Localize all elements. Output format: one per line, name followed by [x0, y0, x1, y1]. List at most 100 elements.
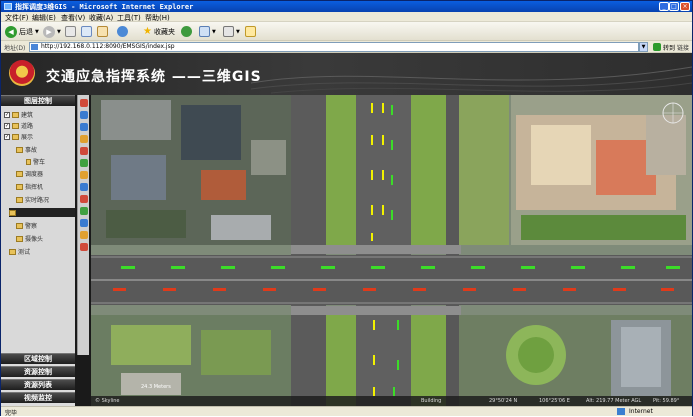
tool-select-icon[interactable]: [80, 147, 88, 155]
tool-rotate-icon[interactable]: [80, 135, 88, 143]
tool-marker-icon[interactable]: [80, 195, 88, 203]
tool-measure-icon[interactable]: [80, 159, 88, 167]
go-button[interactable]: 转到: [641, 42, 675, 52]
folder-icon: [9, 209, 16, 216]
address-label: 地址(D): [4, 45, 26, 52]
tree-node-traffic[interactable]: 实时路况: [16, 195, 49, 204]
checkbox-icon[interactable]: ✓: [4, 111, 10, 118]
back-arrow-icon: ◀: [5, 25, 17, 38]
mail-icon: [199, 26, 210, 37]
status-latitude: 29°50'24 N: [489, 398, 518, 404]
tool-route-icon[interactable]: [80, 207, 88, 215]
tree-node-test[interactable]: 测试: [9, 247, 30, 256]
tree-node-police-car[interactable]: 警车: [26, 157, 45, 166]
history-button[interactable]: [181, 25, 192, 38]
edit-icon: [245, 26, 256, 37]
edit-button[interactable]: [245, 25, 256, 38]
close-button[interactable]: ×: [680, 2, 690, 11]
tool-fly-icon[interactable]: [80, 219, 88, 227]
tool-info-icon[interactable]: [80, 183, 88, 191]
minimize-button[interactable]: _: [659, 2, 669, 11]
folder-icon: [16, 183, 23, 190]
go-label: 转到: [663, 44, 676, 52]
3d-map-view[interactable]: © Skyline 24.3 Meters Building 29°50'24 …: [91, 95, 692, 406]
checkbox-icon[interactable]: ✓: [4, 133, 10, 140]
back-label: 后退: [19, 27, 33, 36]
folder-icon: [16, 235, 23, 242]
history-icon: [181, 26, 192, 37]
tree-node-selected[interactable]: [9, 208, 75, 217]
folder-icon: [12, 133, 19, 140]
tool-clear-icon[interactable]: [80, 243, 88, 251]
system-banner: 交通应急指挥系统 ——三维GIS: [1, 53, 692, 95]
map-scene: [91, 95, 692, 406]
folder-icon: [16, 146, 23, 153]
map-tool-column: [77, 95, 89, 355]
tree-node-camera[interactable]: 摄像头: [16, 234, 43, 243]
address-input[interactable]: http://192.168.0.112:8090/EMSGIS/index.j…: [29, 42, 639, 52]
folder-icon: [9, 248, 16, 255]
tree-node-dispatcher[interactable]: 调度器: [16, 169, 43, 178]
print-icon: [223, 26, 234, 37]
print-button[interactable]: ▼: [223, 25, 240, 38]
folder-icon: [12, 111, 19, 118]
tool-draw-icon[interactable]: [80, 171, 88, 179]
ie-icon: [4, 3, 12, 10]
home-icon: [97, 26, 108, 37]
tree-node-display[interactable]: ✓ 展示: [4, 132, 33, 141]
tool-zoom-out-icon[interactable]: [80, 123, 88, 131]
checkbox-icon[interactable]: ✓: [4, 122, 10, 129]
address-url: http://192.168.0.112:8090/EMSGIS/index.j…: [41, 43, 175, 50]
refresh-button[interactable]: [81, 25, 92, 38]
toolbar: ◀ 后退 ▼ ▶ ▼ ★ 收藏夹 ▼ ▼: [1, 22, 692, 41]
tree-node-police[interactable]: 警察: [16, 221, 37, 230]
mail-button[interactable]: ▼: [199, 25, 216, 38]
layer-control-header[interactable]: 图层控制: [1, 95, 75, 106]
folder-icon: [16, 170, 23, 177]
tool-zoom-in-icon[interactable]: [80, 111, 88, 119]
menu-bar: 文件(F) 编辑(E) 查看(V) 收藏(A) 工具(T) 帮助(H): [1, 12, 692, 22]
forward-button[interactable]: ▶ ▼: [43, 25, 61, 38]
internet-zone-icon: [617, 408, 625, 415]
skyline-logo: © Skyline: [95, 398, 120, 404]
tool-pan-icon[interactable]: [80, 99, 88, 107]
star-icon: ★: [143, 26, 152, 37]
window-title: 指挥调度3维GIS - Microsoft Internet Explorer: [15, 3, 194, 11]
home-button[interactable]: [97, 25, 108, 38]
page-icon: [31, 44, 38, 50]
stop-icon: [65, 26, 76, 37]
search-button[interactable]: [117, 25, 128, 38]
forward-arrow-icon: ▶: [43, 25, 55, 38]
tree-node-roads[interactable]: ✓ 道路: [4, 121, 33, 130]
browser-status-bar: 完毕 Internet: [1, 406, 692, 417]
status-pitch: Pit: 59.89°: [653, 398, 680, 404]
tool-layer-icon[interactable]: [80, 231, 88, 239]
tree-node-buildings[interactable]: ✓ 建筑: [4, 110, 33, 119]
tree-node-command-unit[interactable]: 指挥机: [16, 182, 43, 191]
map-status-bar: © Skyline 24.3 Meters Building 29°50'24 …: [91, 384, 692, 406]
police-emblem-icon: [9, 60, 35, 86]
title-bar[interactable]: 指挥调度3维GIS - Microsoft Internet Explorer …: [1, 1, 692, 12]
refresh-icon: [81, 26, 92, 37]
resource-control-header[interactable]: 资源控制: [1, 366, 75, 377]
status-building: Building: [421, 398, 442, 404]
favorites-label: 收藏夹: [153, 27, 175, 36]
favorites-button[interactable]: ★ 收藏夹: [143, 25, 175, 38]
links-label[interactable]: 链接: [677, 43, 689, 52]
back-button[interactable]: ◀ 后退 ▼: [5, 25, 39, 38]
stop-button[interactable]: [65, 25, 76, 38]
folder-icon: [16, 196, 23, 203]
scale-bar-label: 24.3 Meters: [141, 384, 171, 390]
banner-decoration: [251, 66, 692, 94]
tree-node-accident[interactable]: 事故: [16, 145, 37, 154]
area-control-header[interactable]: 区域控制: [1, 353, 75, 364]
maximize-button[interactable]: □: [669, 2, 679, 11]
folder-icon: [26, 158, 31, 165]
folder-icon: [12, 122, 19, 129]
status-zone: Internet: [629, 408, 653, 415]
browser-window: 指挥调度3维GIS - Microsoft Internet Explorer …: [0, 0, 693, 417]
layer-tree: ✓ 建筑 ✓ 道路 ✓ 展示 事故 警车 调度器 指挥机 实时路况 警察 摄像头…: [1, 107, 75, 352]
video-monitor-header[interactable]: 视频监控: [1, 392, 75, 403]
resource-list-header[interactable]: 资源列表: [1, 379, 75, 390]
system-title: 交通应急指挥系统 ——三维GIS: [46, 69, 262, 85]
